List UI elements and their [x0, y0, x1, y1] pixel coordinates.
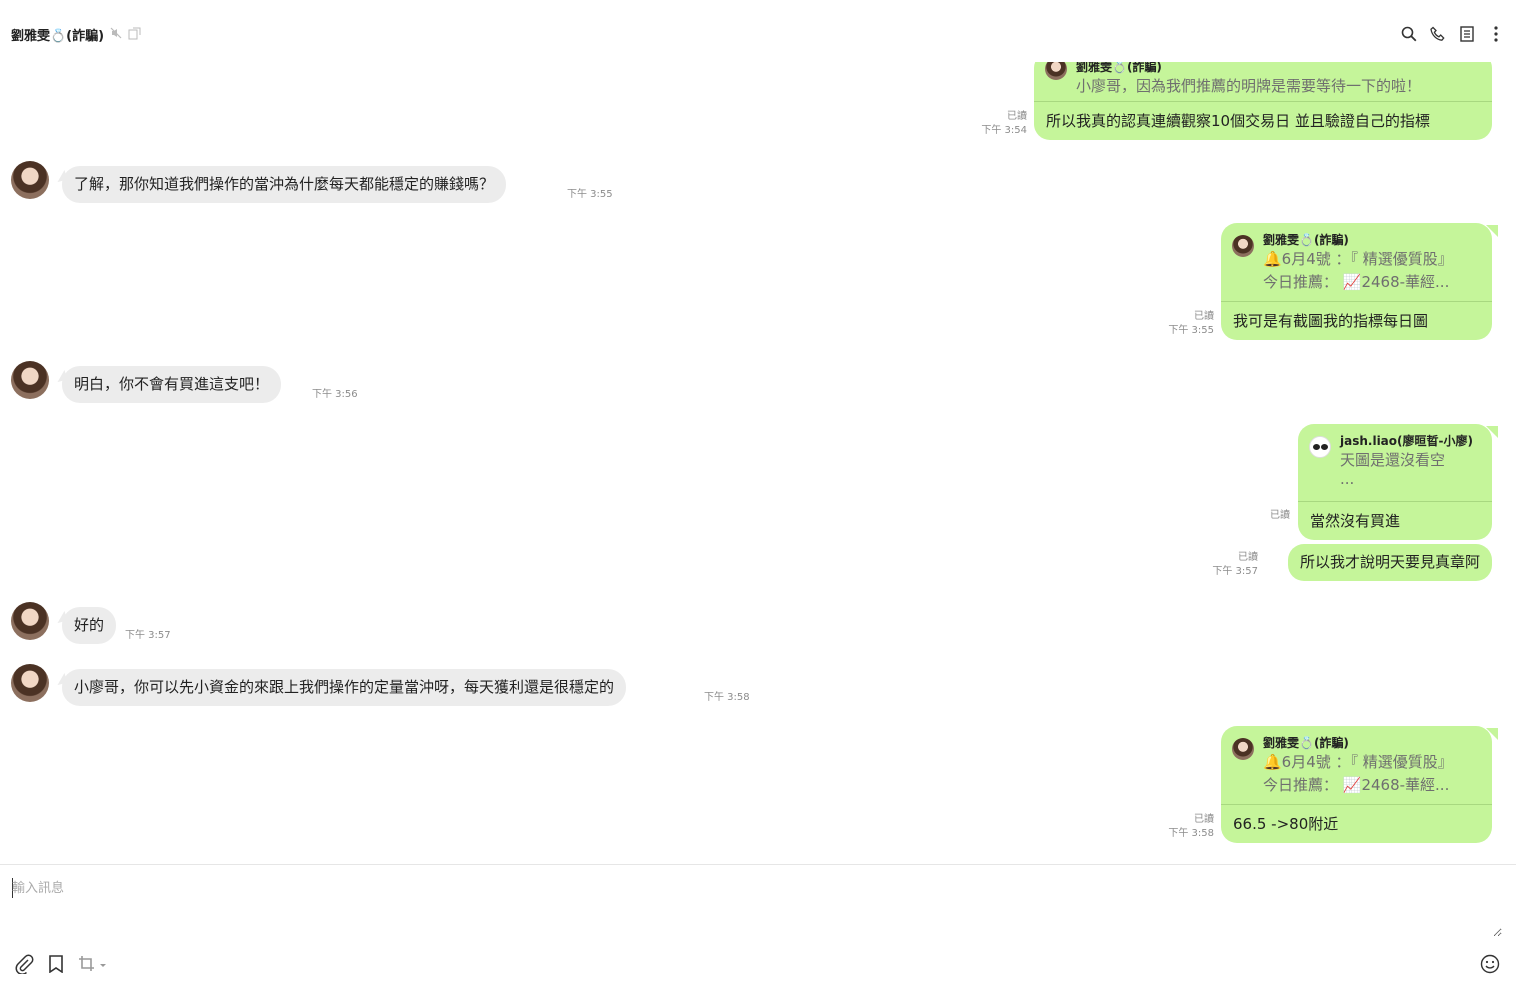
avatar[interactable] — [11, 161, 49, 199]
phone-icon[interactable] — [1429, 25, 1446, 42]
read-receipt: 已讀 下午 3:58 — [1168, 814, 1214, 839]
contact-name: 劉雅雯💍(詐騙) — [11, 29, 105, 44]
chat-area[interactable]: 已讀 下午 3:54 劉雅雯💍(詐騙) 小廖哥，因為我們推薦的明牌是需要等待一下… — [0, 0, 1516, 862]
quoted-text: ... — [1340, 470, 1355, 488]
emoji-icon[interactable] — [1480, 954, 1500, 974]
panda-avatar — [1309, 436, 1331, 458]
mute-icon — [110, 27, 122, 42]
message-input[interactable] — [12, 877, 1502, 937]
message-time: 下午 3:55 — [1168, 325, 1214, 336]
quoted-message[interactable]: 劉雅雯💍(詐騙) 🔔6月4號 ：『 精選優質股』 今日推薦： 📈2468-華經.… — [1221, 726, 1492, 805]
quoted-message[interactable]: 劉雅雯💍(詐騙) 🔔6月4號 ：『 精選優質股』 今日推薦： 📈2468-華經.… — [1221, 223, 1492, 302]
message-time: 下午 3:58 — [704, 692, 750, 703]
message-text: 當然沒有買進 — [1310, 512, 1401, 530]
outgoing-reply-message[interactable]: 劉雅雯💍(詐騙) 小廖哥，因為我們推薦的明牌是需要等待一下的啦！ 所以我真的認真… — [1034, 52, 1492, 140]
avatar — [1232, 738, 1254, 760]
message-text: 我可是有截圖我的指標每日圖 — [1233, 312, 1429, 330]
outgoing-reply-message[interactable]: jash.liao(廖晅晢-小廖) 天圖是還沒看空 ... 當然沒有買進 — [1298, 424, 1498, 540]
header-actions — [1400, 25, 1504, 42]
incoming-message[interactable]: 好的 — [62, 607, 117, 644]
quoted-sender-name: jash.liao(廖晅晢-小廖) — [1340, 434, 1473, 448]
incoming-message[interactable]: 明白，你不會有買進這支吧！ — [62, 366, 282, 403]
read-receipt: 已讀 下午 3:55 — [1168, 311, 1214, 336]
quoted-sender-name: 劉雅雯💍(詐騙) — [1263, 233, 1349, 247]
incoming-message[interactable]: 了解，那你知道我們操作的當沖為什麼每天都能穩定的賺錢嗎？ — [62, 166, 507, 203]
avatar — [1232, 235, 1254, 257]
message-time: 下午 3:57 — [125, 630, 171, 641]
composer-toolbar — [14, 954, 108, 974]
quoted-sender-name: 劉雅雯💍(詐騙) — [1263, 736, 1349, 750]
quoted-text: 🔔6月4號 ：『 精選優質股』 — [1263, 753, 1453, 771]
message-time: 下午 3:57 — [1212, 566, 1258, 577]
incoming-message[interactable]: 小廖哥，你可以先小資金的來跟上我們操作的定量當沖呀，每天獲利還是很穩定的 — [62, 669, 627, 706]
read-receipt: 已讀 下午 3:57 — [1212, 552, 1258, 577]
avatar[interactable] — [11, 361, 49, 399]
message-time: 下午 3:55 — [567, 189, 613, 200]
message-time: 下午 3:54 — [981, 125, 1027, 136]
avatar[interactable] — [11, 602, 49, 640]
message-composer — [0, 864, 1516, 985]
quoted-text: 天圖是還沒看空 — [1340, 451, 1446, 469]
bookmark-icon[interactable] — [46, 954, 66, 974]
quoted-text: 🔔6月4號 ：『 精選優質股』 — [1263, 250, 1453, 268]
quoted-message[interactable]: jash.liao(廖晅晢-小廖) 天圖是還沒看空 ... — [1298, 424, 1492, 502]
open-window-icon[interactable] — [128, 27, 141, 43]
outgoing-reply-message[interactable]: 劉雅雯💍(詐騙) 🔔6月4號 ：『 精選優質股』 今日推薦： 📈2468-華經.… — [1221, 223, 1498, 340]
avatar[interactable] — [11, 664, 49, 702]
quoted-text: 小廖哥，因為我們推薦的明牌是需要等待一下的啦！ — [1076, 77, 1422, 95]
message-time: 下午 3:58 — [1168, 828, 1214, 839]
quoted-text: 今日推薦： 📈2468-華經... — [1263, 273, 1450, 291]
message-text: 66.5 ->80附近 — [1233, 815, 1339, 833]
outgoing-reply-message[interactable]: 劉雅雯💍(詐騙) 🔔6月4號 ：『 精選優質股』 今日推薦： 📈2468-華經.… — [1221, 726, 1498, 843]
quoted-text: 今日推薦： 📈2468-華經... — [1263, 776, 1450, 794]
message-text: 所以我真的認真連續觀察10個交易日 並且驗證自己的指標 — [1046, 112, 1430, 130]
notes-icon[interactable] — [1458, 25, 1475, 42]
chat-header: 劉雅雯💍(詐騙) — [0, 0, 1516, 62]
crop-icon[interactable] — [78, 954, 108, 974]
read-receipt: 已讀 下午 3:54 — [981, 111, 1027, 136]
message-time: 下午 3:56 — [312, 389, 358, 400]
chat-title[interactable]: 劉雅雯💍(詐騙) — [11, 25, 141, 44]
outgoing-message[interactable]: 所以我才說明天要見真章阿 — [1287, 544, 1492, 581]
paperclip-icon[interactable] — [14, 954, 34, 974]
read-receipt: 已讀 — [1270, 510, 1290, 521]
more-icon[interactable] — [1487, 25, 1504, 42]
search-icon[interactable] — [1400, 25, 1417, 42]
